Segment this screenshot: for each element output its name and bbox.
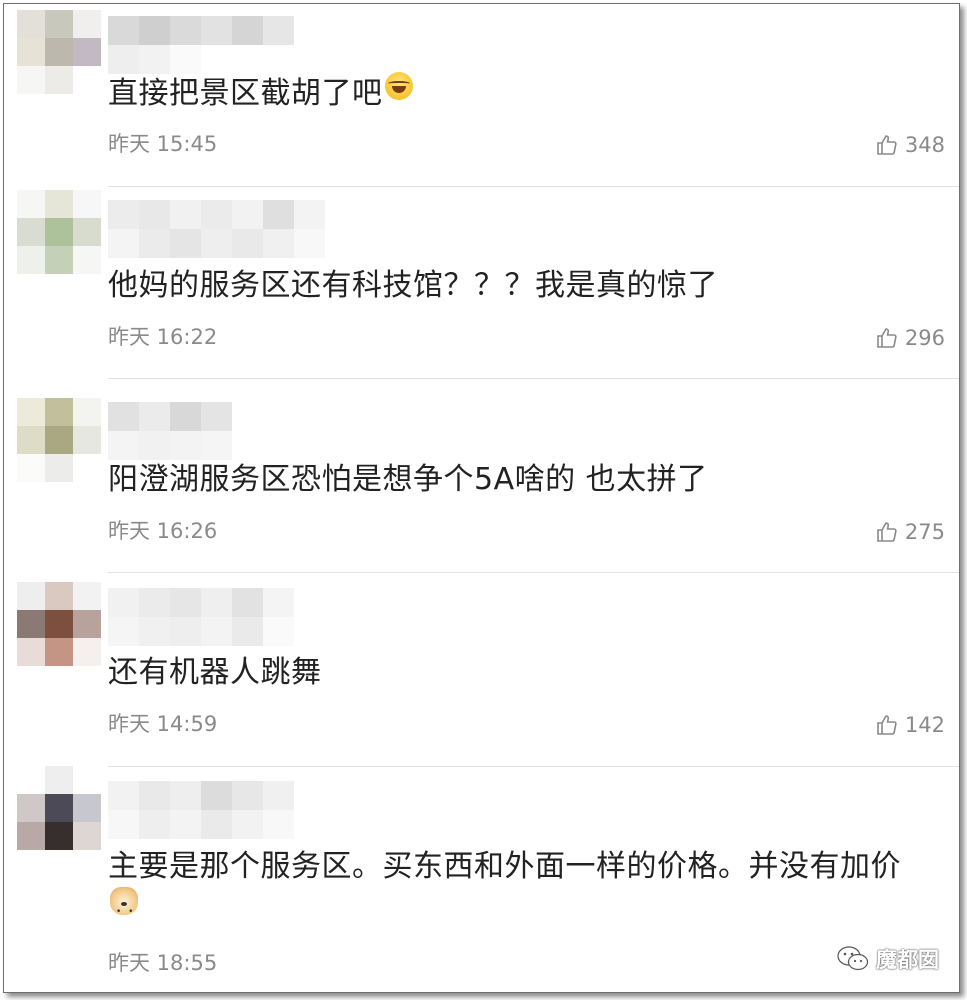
wechat-icon <box>837 946 869 971</box>
avatar[interactable] <box>17 582 101 666</box>
divider <box>108 766 959 767</box>
like-button[interactable]: 275 <box>875 519 945 545</box>
watermark: 魔都囡 <box>836 944 939 974</box>
like-button[interactable]: 348 <box>875 132 945 158</box>
nickname[interactable] <box>108 781 294 839</box>
comment-text: 主要是那个服务区。买东西和外面一样的价格。并没有加价 <box>108 847 948 932</box>
thumbs-up-icon <box>877 135 897 155</box>
divider <box>108 378 959 379</box>
comment-text: 还有机器人跳舞 <box>108 655 322 690</box>
like-button[interactable]: 142 <box>875 712 945 738</box>
avatar[interactable] <box>17 766 101 850</box>
thumbs-up-icon <box>877 715 897 735</box>
comment-time: 昨天 15:45 <box>108 132 218 156</box>
like-count: 142 <box>904 713 945 737</box>
doge-emoji <box>110 887 138 932</box>
comment-time: 昨天 18:55 <box>108 951 218 975</box>
divider <box>108 186 959 187</box>
avatar[interactable] <box>17 10 101 94</box>
comment-list: 直接把景区截胡了吧 昨天 15:45 348 他妈的服务区还有科技馆？？？我是真… <box>3 3 960 993</box>
watermark-text: 魔都囡 <box>876 948 939 972</box>
divider <box>108 572 959 573</box>
thumbs-up-icon <box>877 328 897 348</box>
comment-time: 昨天 16:26 <box>108 519 218 543</box>
comment-text: 阳澄湖服务区恐怕是想争个5A啥的 也太拼了 <box>108 462 708 497</box>
nickname[interactable] <box>108 200 325 258</box>
comment-time: 昨天 14:59 <box>108 712 218 736</box>
avatar[interactable] <box>17 398 101 482</box>
like-button[interactable]: 296 <box>875 325 945 351</box>
nickname[interactable] <box>108 16 294 74</box>
avatar[interactable] <box>17 190 101 274</box>
comment-text: 直接把景区截胡了吧 <box>108 72 413 114</box>
thumbs-up-icon <box>877 522 897 542</box>
nickname[interactable] <box>108 402 232 460</box>
comment-time: 昨天 16:22 <box>108 325 218 349</box>
laughing-tears-emoji <box>384 72 413 100</box>
comment-text: 他妈的服务区还有科技馆？？？我是真的惊了 <box>108 268 718 303</box>
like-count: 296 <box>904 326 945 350</box>
nickname[interactable] <box>108 588 294 646</box>
like-count: 348 <box>904 133 945 157</box>
like-count: 275 <box>904 520 945 544</box>
